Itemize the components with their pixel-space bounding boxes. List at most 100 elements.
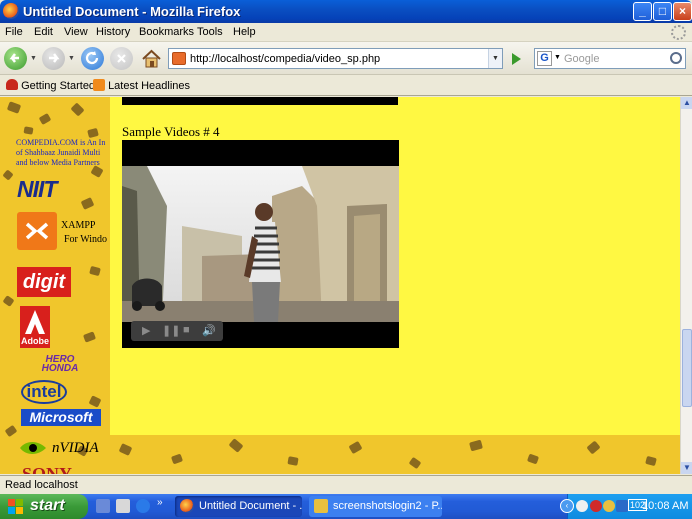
leaf-decoration	[6, 101, 22, 114]
stop-button[interactable]	[110, 47, 133, 70]
volume-icon[interactable]: 🔊	[202, 324, 216, 337]
status-text: Read localhost	[5, 479, 78, 491]
tray-expand-icon[interactable]: ‹	[560, 499, 574, 513]
adobe-label: Adobe	[21, 336, 49, 346]
page-content: COMPEDIA.COM is An In of Shahbaaz Junaid…	[0, 97, 680, 474]
hero-honda-label: HONDA	[41, 363, 79, 374]
menu-edit[interactable]: Edit	[34, 26, 53, 38]
previous-video-bottom	[122, 97, 398, 105]
home-icon	[142, 49, 161, 68]
url-bar[interactable]: http://localhost/compedia/video_sp.php ▼	[168, 48, 503, 69]
nvidia-eye-icon	[20, 442, 46, 454]
stop-icon[interactable]: ■	[183, 324, 190, 336]
tray-network-icon[interactable]	[616, 500, 628, 512]
xampp-label: XAMPP	[61, 220, 96, 231]
leaf-decoration	[408, 456, 422, 470]
play-icon[interactable]: ▶	[142, 324, 150, 337]
go-button[interactable]	[507, 50, 525, 68]
scroll-down-icon[interactable]: ▼	[681, 462, 692, 474]
back-arrow-icon	[9, 53, 19, 63]
menu-help[interactable]: Help	[233, 26, 256, 38]
maximize-button[interactable]: □	[653, 2, 672, 21]
leaf-decoration	[287, 456, 299, 466]
task-label: screenshotslogin2 - P...	[333, 500, 442, 512]
sony-logo[interactable]: SONY	[22, 465, 72, 474]
reload-icon	[85, 51, 99, 65]
minimize-button[interactable]: _	[633, 2, 652, 21]
pause-icon[interactable]: ❚❚	[162, 324, 180, 337]
bookmarks-toolbar: Getting Started Latest Headlines	[0, 76, 692, 96]
rss-icon	[93, 79, 105, 91]
company-info-line: and below Media Partners	[16, 158, 100, 167]
leaf-decoration	[23, 126, 34, 135]
paint-task-icon	[314, 499, 328, 513]
microsoft-logo[interactable]: Microsoft	[21, 409, 101, 426]
menu-tools[interactable]: Tools	[197, 26, 223, 38]
leaf-decoration	[2, 169, 14, 181]
url-text: http://localhost/compedia/video_sp.php	[190, 53, 381, 65]
tray-security-icon[interactable]	[590, 500, 602, 512]
adobe-logo[interactable]: Adobe	[20, 306, 50, 348]
niit-logo[interactable]: NIIT	[17, 176, 75, 202]
sample-videos-heading: Sample Videos # 4	[122, 124, 220, 139]
window-title: Untitled Document - Mozilla Firefox	[23, 4, 241, 19]
leaf-decoration	[645, 455, 657, 467]
hero-honda-logo[interactable]: HERO HONDA	[20, 355, 100, 375]
scroll-thumb[interactable]	[682, 329, 692, 407]
back-button[interactable]	[4, 47, 27, 70]
forward-arrow-icon	[49, 53, 60, 63]
intel-logo[interactable]: intel	[21, 380, 67, 404]
taskbar: start » Untitled Document - ... screensh…	[0, 494, 692, 519]
bookmark-getting-started[interactable]: Getting Started	[6, 79, 95, 92]
leaf-decoration	[4, 424, 18, 438]
show-desktop-icon[interactable]	[96, 499, 110, 513]
task-firefox[interactable]: Untitled Document - ...	[175, 496, 302, 517]
task-paint[interactable]: screenshotslogin2 - P...	[309, 496, 442, 517]
video-frame-image	[122, 166, 399, 322]
leaf-decoration	[88, 395, 102, 408]
search-engine-dropdown-icon[interactable]: ▼	[554, 54, 561, 61]
search-box[interactable]: G ▼ Google	[534, 48, 686, 69]
xampp-logo[interactable]	[17, 212, 57, 250]
leaf-decoration	[87, 127, 99, 139]
menu-bar: File Edit View History Bookmarks Tools H…	[0, 23, 692, 42]
video-controls: ▶ ❚❚ ■ 🔊	[131, 321, 223, 341]
menu-file[interactable]: File	[5, 26, 23, 38]
url-history-dropdown-icon[interactable]: ▼	[488, 49, 502, 68]
firefox-icon	[3, 3, 19, 19]
reload-button[interactable]	[81, 47, 104, 70]
forward-dropdown-icon[interactable]: ▼	[68, 55, 75, 62]
forward-button[interactable]	[42, 47, 65, 70]
bookmark-latest-headlines[interactable]: Latest Headlines	[93, 79, 190, 92]
nvidia-logo[interactable]: nVIDIA	[18, 438, 110, 460]
video-frame[interactable]	[122, 166, 399, 322]
search-engine-icon[interactable]: G	[537, 51, 552, 66]
leaf-decoration	[38, 113, 52, 125]
tray-app-icon[interactable]	[603, 500, 615, 512]
bookmark-icon	[6, 79, 18, 90]
scroll-up-icon[interactable]: ▲	[681, 97, 692, 109]
leaf-decoration	[348, 440, 363, 455]
back-dropdown-icon[interactable]: ▼	[30, 55, 37, 62]
menu-history[interactable]: History	[96, 26, 130, 38]
video-player[interactable]: ▶ ❚❚ ■ 🔊	[122, 140, 399, 348]
menu-view[interactable]: View	[64, 26, 88, 38]
bookmark-label: Getting Started	[21, 80, 96, 92]
internet-explorer-icon[interactable]	[136, 499, 150, 513]
clock[interactable]: 10:08 AM	[642, 500, 688, 512]
vertical-scrollbar[interactable]: ▲ ▼	[680, 97, 692, 474]
leaf-decoration	[80, 197, 95, 210]
digit-logo[interactable]: digit	[17, 267, 71, 297]
leaf-decoration	[228, 438, 244, 453]
tray-app-icon[interactable]	[576, 500, 588, 512]
start-button[interactable]: start	[0, 494, 88, 519]
home-button[interactable]	[140, 47, 163, 70]
close-button[interactable]: ×	[673, 2, 692, 21]
bottom-decor-strip	[110, 435, 680, 474]
search-input[interactable]: Google	[564, 53, 599, 65]
quicklaunch-app-icon[interactable]	[116, 499, 130, 513]
menu-bookmarks[interactable]: Bookmarks	[139, 26, 194, 38]
quicklaunch-overflow-icon[interactable]: »	[157, 497, 163, 508]
search-icon[interactable]	[670, 52, 682, 64]
title-bar: Untitled Document - Mozilla Firefox _ □ …	[0, 0, 692, 23]
